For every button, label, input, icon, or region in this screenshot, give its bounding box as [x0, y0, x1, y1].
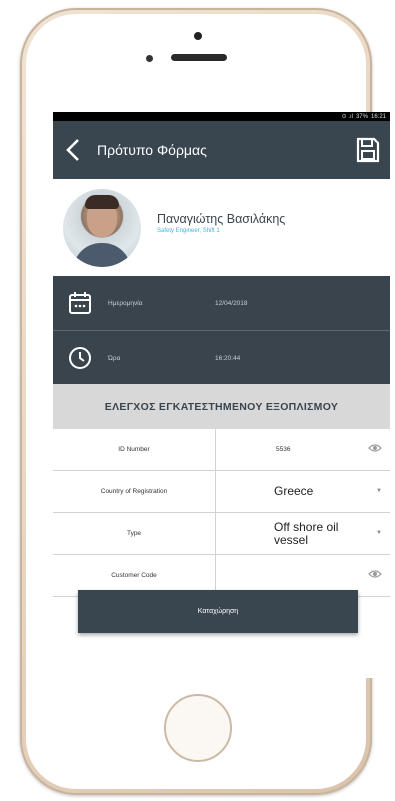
- table-row: ID Number 5536: [53, 429, 390, 471]
- proximity-sensor: [146, 55, 153, 62]
- front-camera: [194, 32, 202, 40]
- calendar-icon: [69, 292, 91, 314]
- country-value: Greece: [274, 484, 314, 498]
- section-title: ΕΛΕΓΧΟΣ ΕΓΚΑΤΕΣΤΗΜΕΝΟΥ ΕΞΟΠΛΙΣΜΟΥ: [53, 384, 390, 429]
- submit-button[interactable]: Καταχώρηση: [78, 590, 358, 633]
- save-button[interactable]: [356, 137, 380, 163]
- id-number-label: ID Number: [53, 429, 216, 470]
- eye-icon[interactable]: [368, 569, 382, 579]
- id-number-field[interactable]: 5536: [216, 429, 390, 470]
- caret-down-icon: ▼: [376, 488, 382, 494]
- type-value: Off shore oil vessel: [274, 519, 339, 547]
- app-bar: Πρότυπο Φόρμας: [53, 121, 390, 179]
- user-profile: Παναγιώτης Βασιλάκης Safety Engineer, Sh…: [53, 179, 390, 276]
- floppy-disk-icon: [356, 137, 380, 163]
- id-number-value: 5536: [276, 446, 291, 453]
- type-value-line1: Off shore oil: [274, 519, 339, 534]
- status-time: 16:21: [370, 113, 386, 120]
- chevron-left-icon: [66, 139, 79, 161]
- info-panel: Ημερομηνία 12/04/2018 Ώρα 16:20:44: [53, 276, 390, 384]
- equipment-form: ID Number 5536 Country of Registration G…: [53, 429, 390, 597]
- type-label: Type: [53, 513, 216, 554]
- type-value-line2: vessel: [274, 532, 309, 547]
- date-value: 12/04/2018: [215, 299, 248, 307]
- status-bar: ⊙ .ıl 37% 16:21: [53, 112, 390, 121]
- time-row: Ώρα 16:20:44: [53, 330, 390, 385]
- table-row: Type Off shore oil vessel ▼: [53, 513, 390, 555]
- type-select[interactable]: Off shore oil vessel ▼: [216, 513, 390, 554]
- user-name: Παναγιώτης Βασιλάκης: [157, 211, 286, 226]
- home-button[interactable]: [164, 694, 232, 762]
- time-label: Ώρα: [108, 354, 121, 362]
- app-screen: ⊙ .ıl 37% 16:21 Πρότυπο Φόρμας Παναγιώτη…: [53, 112, 390, 678]
- eye-icon[interactable]: [368, 443, 382, 453]
- date-label: Ημερομηνία: [108, 299, 143, 307]
- country-label: Country of Registration: [53, 471, 216, 512]
- back-button[interactable]: [53, 121, 93, 179]
- battery-level: 37%: [355, 113, 368, 120]
- page-title: Πρότυπο Φόρμας: [97, 142, 207, 158]
- time-value: 16:20:44: [215, 354, 241, 362]
- user-info: Παναγιώτης Βασιλάκης Safety Engineer, Sh…: [157, 212, 285, 234]
- country-select[interactable]: Greece ▼: [216, 471, 390, 512]
- user-role: Safety Engineer, Shift 1: [157, 227, 220, 234]
- table-row: Country of Registration Greece ▼: [53, 471, 390, 513]
- caret-down-icon: ▼: [376, 530, 382, 536]
- signal-indicator: ⊙ .ıl: [341, 114, 353, 120]
- date-row: Ημερομηνία 12/04/2018: [53, 276, 390, 330]
- avatar: [63, 188, 141, 267]
- clock-icon: [69, 347, 91, 369]
- earpiece-speaker: [171, 54, 227, 61]
